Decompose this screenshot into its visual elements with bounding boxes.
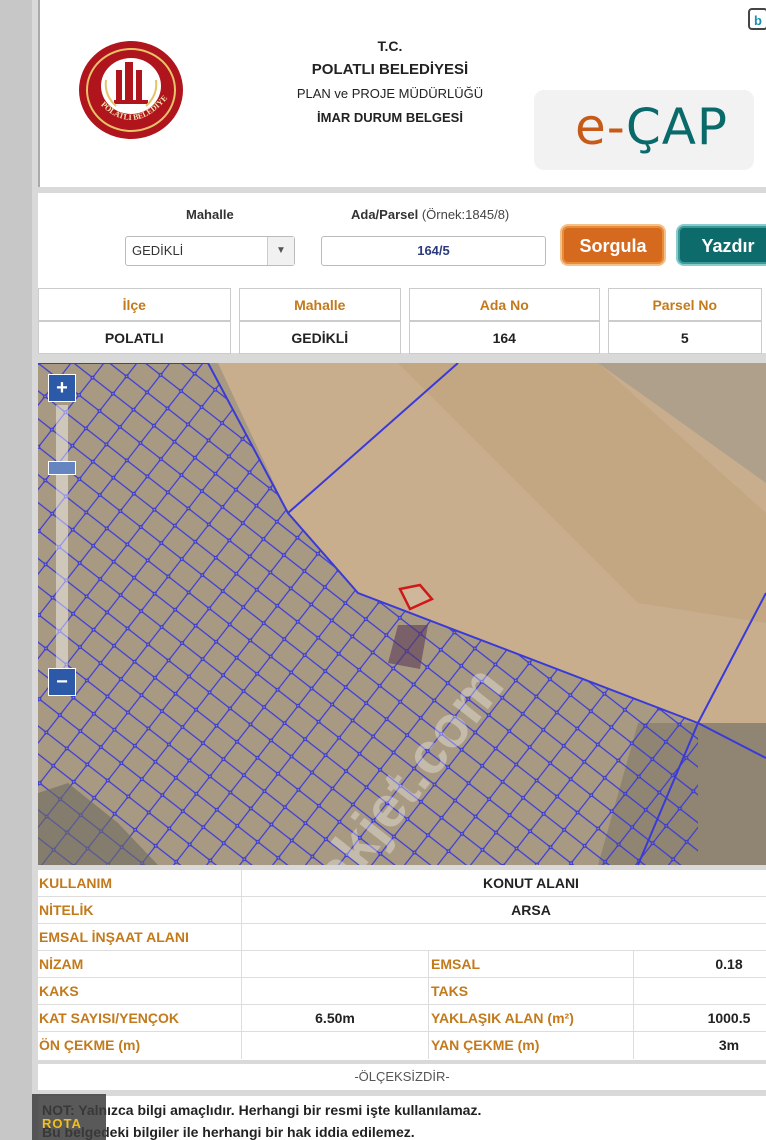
ecap-logo: e-ÇAP bbox=[575, 98, 728, 156]
row-kat: KAT SAYISI/YENÇOK 6.50m YAKLAŞIK ALAN (m… bbox=[38, 1005, 766, 1031]
summary-value-row: POLATLI GEDİKLİ 164 5 bbox=[38, 321, 762, 354]
kullanim-label: KULLANIM bbox=[39, 875, 113, 891]
row-kullanim: KULLANIM KONUT ALANI bbox=[38, 870, 766, 896]
yan-cekme-value: 3m bbox=[718, 1037, 740, 1053]
ada-parsel-hint: (Örnek:1845/8) bbox=[421, 207, 510, 222]
title-department: PLAN ve PROJE MÜDÜRLÜĞÜ bbox=[296, 86, 484, 101]
summary-header-mahalle: Mahalle bbox=[238, 288, 401, 321]
emsal-label: EMSAL bbox=[431, 956, 480, 972]
title-document-type: İMAR DURUM BELGESİ bbox=[317, 110, 463, 125]
row-cekme: ÖN ÇEKME (m) YAN ÇEKME (m) 3m bbox=[38, 1032, 766, 1058]
nitelik-value: ARSA bbox=[511, 902, 551, 918]
summary-value-mahalle: GEDİKLİ bbox=[238, 321, 401, 354]
on-cekme-label: ÖN ÇEKME (m) bbox=[39, 1037, 141, 1053]
zoom-in-button[interactable]: + bbox=[48, 374, 76, 402]
ada-parsel-label: Ada/Parsel (Örnek:1845/8) bbox=[351, 207, 509, 222]
emsal-insaat-label: EMSAL İNŞAAT ALANI bbox=[39, 929, 189, 945]
summary-value-parsel: 5 bbox=[607, 321, 762, 354]
kullanim-value: KONUT ALANI bbox=[483, 875, 579, 891]
ecap-logo-prefix: e- bbox=[575, 98, 626, 156]
kat-value: 6.50m bbox=[315, 1010, 355, 1026]
mahalle-select-value: GEDİKLİ bbox=[132, 243, 184, 258]
row-nitelik: NİTELİK ARSA bbox=[38, 897, 766, 923]
disclaimer-note: NOT: Yalnızca bilgi amaçlıdır. Herhangi … bbox=[38, 1096, 766, 1140]
scale-note: -ÖLÇEKSİZDİR- bbox=[38, 1064, 766, 1090]
summary-value-ada: 164 bbox=[409, 321, 600, 354]
summary-header-parsel: Parsel No bbox=[607, 288, 762, 321]
alan-label: YAKLAŞIK ALAN (m²) bbox=[431, 1010, 574, 1026]
dropdown-arrow-icon[interactable]: ▼ bbox=[267, 237, 294, 265]
ada-parsel-label-text: Ada/Parsel bbox=[351, 207, 419, 222]
emsal-value: 0.18 bbox=[715, 956, 743, 972]
zoom-out-button[interactable]: − bbox=[48, 668, 76, 696]
taks-label: TAKS bbox=[431, 983, 469, 999]
zoom-slider-track[interactable] bbox=[56, 405, 68, 675]
title-tc: T.C. bbox=[377, 38, 403, 54]
nizam-label: NİZAM bbox=[39, 956, 84, 972]
summary-header-ilce: İlçe bbox=[38, 288, 231, 321]
mahalle-label: Mahalle bbox=[186, 207, 234, 222]
parcel-map[interactable]: emlakjet.com bbox=[38, 363, 766, 865]
summary-value-ilce: POLATLI bbox=[38, 321, 231, 354]
mahalle-select[interactable]: GEDİKLİ ▼ bbox=[125, 236, 295, 266]
ecap-logo-suffix: ÇAP bbox=[625, 98, 729, 156]
row-emsal-insaat: EMSAL İNŞAAT ALANI bbox=[38, 924, 766, 950]
page-frame: POLATLI BELEDİYESİ T.C. POLATLI BELEDİYE… bbox=[0, 0, 766, 1140]
corner-badge-icon[interactable]: b bbox=[748, 8, 766, 30]
rota-logo: ROTA bbox=[42, 1116, 82, 1131]
parcel-summary-table: İlçe Mahalle Ada No Parsel No POLATLI GE… bbox=[30, 288, 766, 354]
zoom-slider-handle[interactable] bbox=[48, 461, 76, 475]
kat-label: KAT SAYISI/YENÇOK bbox=[39, 1010, 180, 1026]
kaks-label: KAKS bbox=[39, 983, 79, 999]
row-nizam: NİZAM EMSAL 0.18 bbox=[38, 951, 766, 977]
ada-parsel-input[interactable]: 164/5 bbox=[321, 236, 546, 266]
left-margin bbox=[0, 0, 32, 1140]
sorgula-button[interactable]: Sorgula bbox=[562, 226, 664, 264]
row-kaks: KAKS TAKS bbox=[38, 978, 766, 1004]
title-municipality: POLATLI BELEDİYESİ bbox=[311, 61, 469, 78]
nitelik-label: NİTELİK bbox=[39, 902, 94, 918]
summary-header-ada: Ada No bbox=[409, 288, 600, 321]
alan-value: 1000.5 bbox=[707, 1010, 751, 1026]
yan-cekme-label: YAN ÇEKME (m) bbox=[431, 1037, 540, 1053]
document-title-block: T.C. POLATLI BELEDİYESİ PLAN ve PROJE MÜ… bbox=[240, 34, 540, 130]
summary-header-row: İlçe Mahalle Ada No Parsel No bbox=[38, 288, 762, 321]
municipality-seal-logo: POLATLI BELEDİYESİ bbox=[78, 40, 183, 139]
disclaimer-line-1: NOT: Yalnızca bilgi amaçlıdır. Herhangi … bbox=[42, 1102, 482, 1118]
yazdir-button[interactable]: Yazdır bbox=[678, 226, 766, 264]
zoning-details-table: KULLANIM KONUT ALANI NİTELİK ARSA EMSAL … bbox=[38, 870, 766, 1060]
